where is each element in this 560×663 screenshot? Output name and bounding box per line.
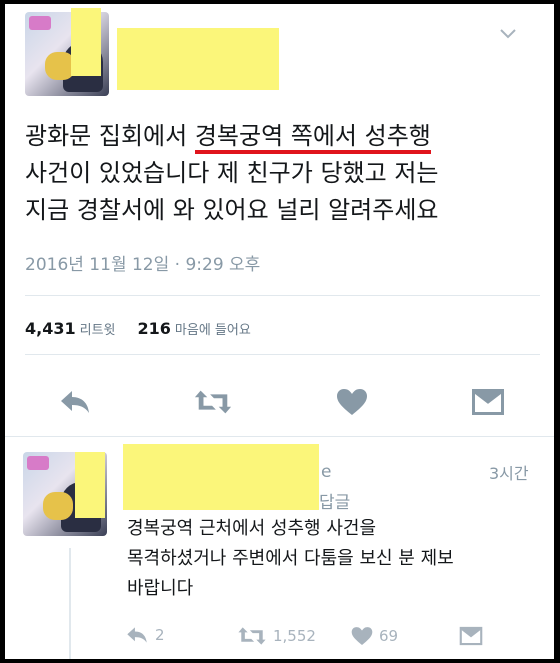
reply-reply-button[interactable]: 2	[125, 626, 165, 644]
chevron-down-icon[interactable]	[499, 24, 517, 45]
thread-line	[69, 548, 71, 659]
tweet-text: 광화문 집회에서 경복궁역 쪽에서 성추행 사건이 있었습니다 제 친구가 당했…	[25, 118, 545, 229]
reply-like-count: 69	[379, 627, 399, 645]
reply-like-button[interactable]: 69	[351, 626, 398, 646]
envelope-icon	[459, 626, 483, 646]
reply-icon	[61, 391, 89, 413]
thread-separator	[5, 436, 554, 437]
reply-text-line-2: 목격하셨거나 주변에서 다툼을 보신 분 제보	[127, 548, 454, 569]
reply-retweet-count: 1,552	[273, 627, 316, 645]
direct-message-button[interactable]	[468, 382, 508, 422]
heart-icon	[337, 389, 367, 415]
tweet-detail-view: 광화문 집회에서 경복궁역 쪽에서 성추행 사건이 있었습니다 제 친구가 당했…	[5, 4, 554, 659]
heart-icon	[351, 627, 373, 645]
reply-retweet-button[interactable]: 1,552	[237, 626, 316, 646]
like-button[interactable]	[332, 382, 372, 422]
divider	[25, 295, 540, 296]
redacted-author-handle	[117, 28, 279, 90]
retweet-button[interactable]	[193, 382, 233, 422]
retweet-count[interactable]: 4,431	[25, 319, 76, 338]
retweet-icon	[238, 627, 266, 645]
redacted-author-name	[71, 8, 101, 76]
retweet-label[interactable]: 리트윗	[80, 323, 116, 338]
tweet-timestamp[interactable]: 2016년 11월 12일 · 9:29 오후	[25, 250, 260, 275]
reply-author-name-tail: e	[321, 462, 332, 482]
envelope-icon	[472, 389, 504, 415]
tweet-text-line-3: 지금 경찰서에 와 있어요 널리 알려주세요	[25, 196, 439, 224]
reply-time[interactable]: 3시간	[489, 460, 529, 484]
retweet-icon	[194, 390, 232, 414]
reply-label-tail: 답글	[319, 493, 351, 513]
divider	[25, 354, 540, 355]
reply-reply-count: 2	[155, 626, 165, 644]
like-label[interactable]: 마음에 들어요	[175, 323, 251, 338]
tweet-stats: 4,431 리트윗 216 마음에 들어요	[25, 319, 273, 338]
reply-text-line-3: 바랍니다	[127, 578, 194, 599]
redacted-reply-avatar-overlay	[75, 452, 105, 518]
reply-icon	[127, 627, 147, 643]
tweet-text-line-2: 사건이 있었습니다 제 친구가 당했고 저는	[25, 159, 439, 187]
tweet-text-line-1: 광화문 집회에서 경복궁역 쪽에서 성추행	[25, 118, 545, 155]
reply-direct-message-button[interactable]	[459, 626, 483, 646]
reply-button[interactable]	[55, 382, 95, 422]
underlined-phrase: 경복궁역 쪽에서 성추행	[194, 122, 431, 154]
redacted-reply-author	[123, 444, 319, 510]
reply-text-line-1: 경복궁역 근처에서 성추행 사건을	[127, 518, 377, 539]
like-count[interactable]: 216	[138, 319, 171, 338]
reply-text: 경복궁역 근처에서 성추행 사건을 목격하셨거나 주변에서 다툼을 보신 분 제…	[127, 514, 547, 604]
